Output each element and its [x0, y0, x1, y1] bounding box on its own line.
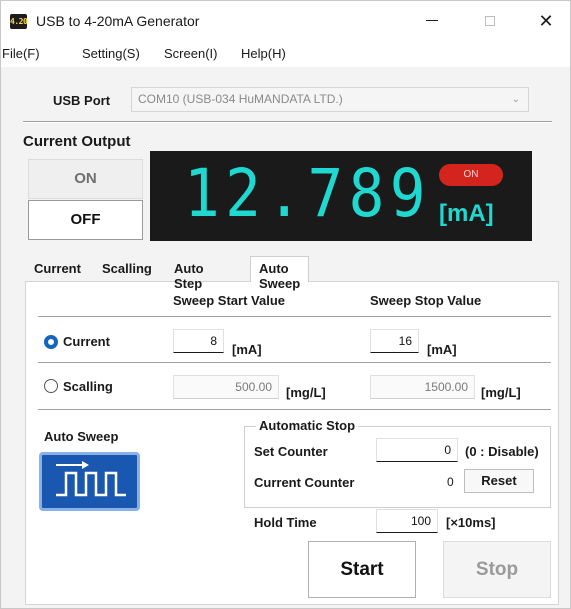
current-counter-label: Current Counter [254, 475, 355, 490]
usb-port-value: COM10 (USB-034 HuMANDATA LTD.) [138, 92, 343, 106]
app-window: 4.20 USB to 4-20mA Generator ✕ File(F) S… [0, 0, 571, 609]
window-title: USB to 4-20mA Generator [36, 13, 200, 29]
sweep-stop-scalling-unit: [mg/L] [481, 385, 521, 400]
sweep-start-header: Sweep Start Value [173, 293, 285, 308]
divider [23, 121, 552, 123]
close-button[interactable]: ✕ [523, 1, 569, 41]
usb-port-label: USB Port [53, 93, 111, 108]
sweep-stop-current-unit: [mA] [427, 342, 457, 357]
divider [38, 362, 551, 364]
usb-port-select[interactable]: COM10 (USB-034 HuMANDATA LTD.) ⌄ [131, 87, 529, 112]
sweep-start-current-input[interactable]: 8 [173, 329, 224, 353]
tab-scalling[interactable]: Scalling [102, 261, 152, 276]
menu-help[interactable]: Help(H) [241, 46, 286, 61]
hold-time-label: Hold Time [254, 515, 317, 530]
square-wave-icon [39, 452, 140, 511]
divider [38, 316, 551, 318]
sweep-stop-current-input[interactable]: 16 [370, 329, 419, 353]
sweep-stop-header: Sweep Stop Value [370, 293, 482, 308]
set-counter-hint: (0 : Disable) [465, 444, 539, 459]
automatic-stop-title: Automatic Stop [256, 418, 359, 433]
sweep-start-scalling-unit: [mg/L] [286, 385, 326, 400]
output-unit: [mA] [439, 200, 494, 227]
stop-button[interactable]: Stop [443, 541, 551, 598]
minimize-icon [426, 20, 438, 22]
divider [38, 409, 551, 411]
led-display: 12.789 ON [mA] [150, 151, 532, 241]
hold-time-unit: [×10ms] [446, 515, 496, 530]
sweep-start-current-unit: [mA] [232, 342, 262, 357]
menu-file[interactable]: File(F) [2, 46, 40, 61]
current-radio[interactable] [44, 335, 58, 349]
current-output-heading: Current Output [23, 133, 131, 150]
title-bar[interactable]: 4.20 USB to 4-20mA Generator ✕ [1, 1, 570, 41]
reset-button[interactable]: Reset [464, 469, 534, 493]
off-button[interactable]: OFF [28, 200, 143, 240]
start-button[interactable]: Start [308, 541, 416, 598]
maximize-icon [485, 15, 495, 26]
current-counter-value: 0 [447, 475, 454, 489]
sweep-start-scalling-input[interactable]: 500.00 [173, 375, 279, 399]
minimize-button[interactable] [409, 1, 455, 41]
tab-auto-step[interactable]: Auto Step [174, 261, 204, 291]
on-button[interactable]: ON [28, 159, 143, 199]
menu-screen[interactable]: Screen(I) [164, 46, 217, 61]
menu-bar: File(F) Setting(S) Screen(I) Help(H) [1, 41, 570, 67]
output-status-indicator: ON [439, 164, 503, 186]
scalling-radio-label[interactable]: Scalling [63, 379, 113, 394]
sweep-stop-scalling-input[interactable]: 1500.00 [370, 375, 475, 399]
set-counter-input[interactable]: 0 [376, 438, 458, 462]
tab-current[interactable]: Current [34, 261, 81, 276]
app-icon: 4.20 [10, 14, 28, 29]
auto-sweep-label: Auto Sweep [44, 429, 119, 444]
scalling-radio[interactable] [44, 379, 58, 393]
output-value: 12.789 [184, 155, 431, 232]
hold-time-input[interactable]: 100 [376, 509, 438, 533]
current-radio-label[interactable]: Current [63, 334, 110, 349]
set-counter-label: Set Counter [254, 444, 328, 459]
square-wave-icon-graphic [56, 461, 126, 497]
maximize-button[interactable] [467, 1, 513, 41]
chevron-down-icon: ⌄ [511, 94, 520, 105]
tab-auto-sweep[interactable]: Auto Sweep [250, 256, 310, 291]
menu-setting[interactable]: Setting(S) [82, 46, 140, 61]
